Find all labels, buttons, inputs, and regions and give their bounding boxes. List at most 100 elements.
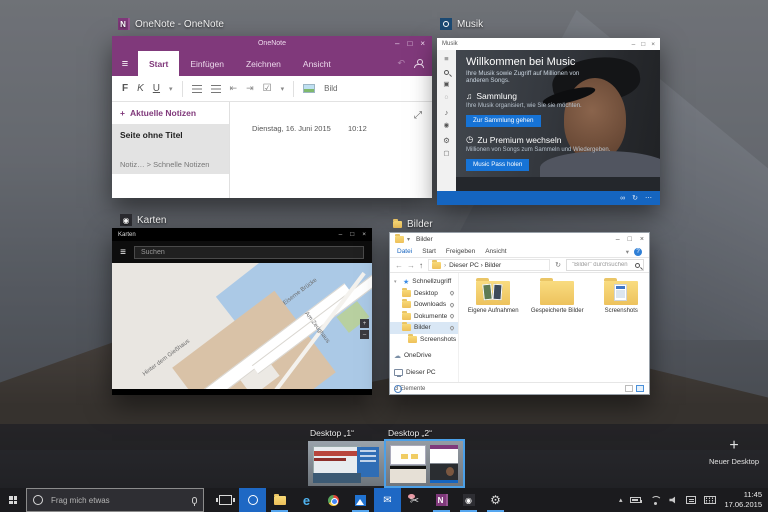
go-to-collection-button[interactable]: Zur Sammlung gehen [466,115,541,127]
help-icon[interactable]: ? [634,248,642,256]
volume-icon[interactable] [669,496,678,504]
hamburger-menu-icon[interactable]: ≡ [112,247,134,258]
start-button[interactable] [0,488,26,512]
tab-ansicht[interactable]: Ansicht [485,248,506,255]
close-icon[interactable]: × [651,41,655,48]
map-search-input[interactable] [134,246,364,259]
onenote-titlebar[interactable]: OneNote – □ × [112,36,432,51]
music-pass-button[interactable]: Music Pass holen [466,159,529,171]
tab-datei[interactable]: Datei [397,248,412,255]
font-options-chevron-icon[interactable]: ▾ [169,85,173,93]
musik-titlebar[interactable]: Musik – □ × [437,38,660,50]
up-icon[interactable]: ↑ [419,261,423,270]
insert-image-icon[interactable] [303,84,315,93]
radio-icon[interactable]: ◉ [444,123,450,130]
maximize-icon[interactable]: □ [641,41,645,48]
maximize-icon[interactable]: □ [350,231,354,238]
explorer-window[interactable]: ▾ Bilder – □ × Datei Start Freigeben Ans… [389,232,650,395]
nav-item-onedrive[interactable]: ☁ OneDrive [390,350,458,362]
taskbar-settings-button[interactable]: ⚙ [482,488,509,512]
onenote-window-label[interactable]: N OneNote - OneNote [118,18,224,30]
taskbar-mail-button[interactable]: ✉ [374,488,401,512]
map-zoom-out-button[interactable]: – [360,330,369,339]
underline-button[interactable]: U [153,83,160,94]
action-center-icon[interactable] [686,496,696,505]
desktop-2-thumbnail[interactable] [386,441,463,486]
maximize-icon[interactable]: □ [628,236,632,243]
insert-image-label[interactable]: Bild [324,84,337,93]
bold-button[interactable]: F [122,83,128,94]
undo-icon[interactable]: ↶ [397,58,405,69]
tab-start[interactable]: Start [138,51,179,76]
hamburger-menu-icon[interactable]: ≡ [444,55,448,63]
hamburger-menu-icon[interactable]: ≡ [112,51,138,76]
outdent-button[interactable]: ⇤ [230,83,238,94]
bullet-list-button[interactable] [192,85,202,93]
forward-icon[interactable]: → [407,261,415,270]
cortana-search-box[interactable] [26,488,204,512]
songs-icon[interactable]: ♪ [445,109,449,117]
folder-tile-screenshots[interactable]: Screenshots [593,281,649,316]
minimize-icon[interactable]: – [616,236,620,243]
thumbnails-view-button[interactable] [636,385,644,392]
nav-item-downloads[interactable]: Downloads [390,299,458,311]
taskbar-photos-button[interactable] [347,488,374,512]
taskbar-snipping-button[interactable]: ✂ [401,488,428,512]
breadcrumb[interactable]: Notiz… > Schnelle Notizen [120,160,209,169]
minimize-icon[interactable]: – [395,39,399,48]
battery-icon[interactable] [630,497,641,503]
nav-item-screenshots[interactable]: Screenshots [390,334,458,346]
notes-section-header[interactable]: + Aktuelle Notizen [112,102,229,124]
tab-einfuegen[interactable]: Einfügen [179,51,235,76]
folder-tile-eigene-aufnahmen[interactable]: Eigene Aufnahmen [465,281,521,316]
task-view-button[interactable] [212,488,239,512]
refresh-icon[interactable]: ↻ [555,261,561,269]
shuffle-icon[interactable]: ∞ [620,195,625,202]
tab-ansicht[interactable]: Ansicht [292,51,342,76]
taskbar-karten-button[interactable]: ◉ [455,488,482,512]
onenote-page-canvas[interactable]: Dienstag, 16. Juni 2015 10:12 ⤢ [230,102,432,198]
search-icon[interactable] [635,263,640,268]
nav-item-dokumente[interactable]: Dokumente [390,311,458,323]
taskbar-clock[interactable]: 11:45 17.06.2015 [724,490,762,510]
nav-item-desktop[interactable]: Desktop [390,288,458,300]
indent-button[interactable]: ⇥ [246,83,254,94]
musik-window[interactable]: Musik – □ × ≡ ▣ ◌ ♪ ◉ ⚙ ▢ [437,38,660,205]
bilder-window-label[interactable]: Bilder [393,219,433,230]
taskbar-musik-button[interactable] [239,488,266,512]
nav-item-bilder[interactable]: Bilder [390,322,458,334]
folder-tile-gespeicherte-bilder[interactable]: Gespeicherte Bilder [529,281,585,316]
italic-button[interactable]: K [137,83,144,94]
tab-zeichnen[interactable]: Zeichnen [235,51,292,76]
artists-icon[interactable]: ◌ [445,95,449,102]
more-options-icon[interactable]: ⋯ [645,195,652,202]
taskbar-chrome-button[interactable] [320,488,347,512]
taskbar-edge-button[interactable]: e [293,488,320,512]
taskbar-onenote-button[interactable]: N [428,488,455,512]
tray-expand-chevron-icon[interactable]: ▴ [619,496,623,504]
close-icon[interactable]: × [362,231,366,238]
taskbar-search-input[interactable] [49,495,186,506]
karten-titlebar[interactable]: Karten – □ × [112,228,372,241]
maximize-icon[interactable]: □ [407,39,412,48]
nav-item-schnellzugriff[interactable]: ▾ ★ Schnellzugriff [390,276,458,288]
albums-icon[interactable]: ▣ [443,82,449,89]
tab-start[interactable]: Start [422,248,436,255]
numbered-list-button[interactable] [211,85,221,93]
desktop-1-thumbnail[interactable] [308,441,385,486]
nav-item-dieser-pc[interactable]: Dieser PC [390,367,458,379]
close-icon[interactable]: × [420,39,425,48]
onenote-window[interactable]: OneNote – □ × ≡ Start Einfügen Zeichnen … [112,36,432,198]
qat-chevron-icon[interactable]: ▾ [407,236,410,243]
musik-player-bar[interactable]: ∞ ↻ ⋯ [437,191,660,205]
ribbon-expand-chevron-icon[interactable]: ▾ [626,248,629,256]
map-canvas[interactable]: Hinter dem Gießhaus Am Zeughaus Eiserne … [112,263,372,389]
search-icon[interactable] [444,70,449,75]
tab-freigeben[interactable]: Freigeben [446,248,475,255]
microphone-icon[interactable] [192,497,197,504]
expand-diagonal-icon[interactable]: ⤢ [414,110,422,121]
checkbox-tag-button[interactable]: ☑ [263,83,272,94]
settings-icon[interactable]: ⚙ [443,137,450,145]
wifi-icon[interactable] [649,496,661,505]
repeat-icon[interactable]: ↻ [632,195,638,202]
